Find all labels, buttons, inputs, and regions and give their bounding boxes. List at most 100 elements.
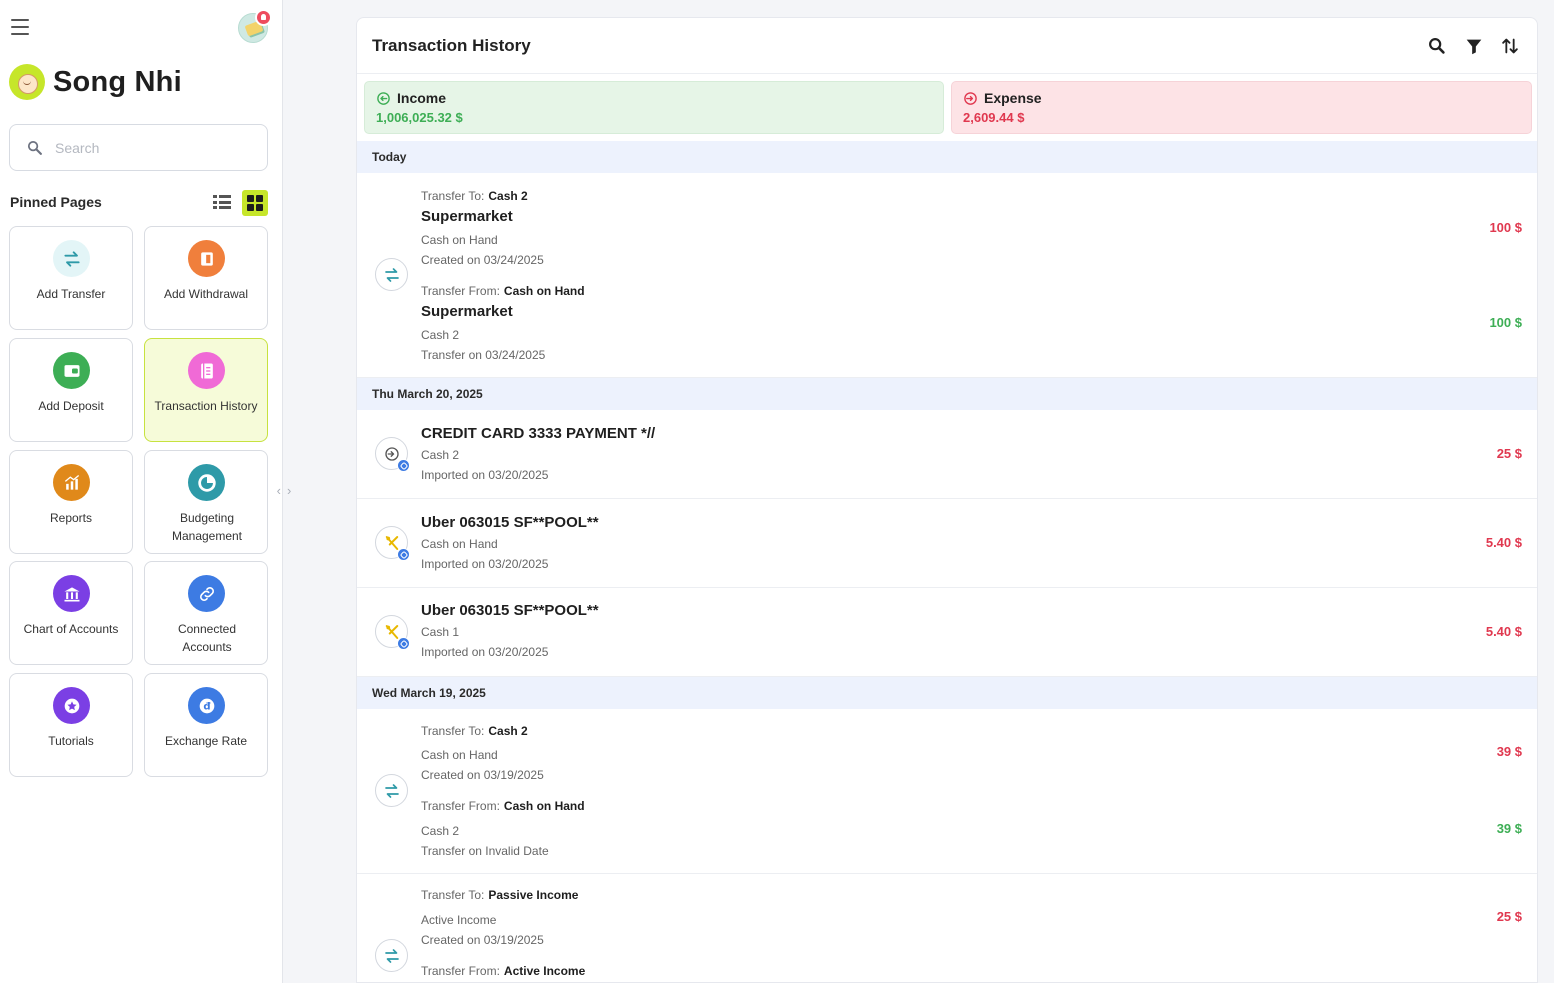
withdrawal-icon <box>188 240 225 277</box>
search-icon <box>27 140 42 155</box>
transfer-icon <box>375 774 408 807</box>
currency-dong-icon: đ <box>188 687 225 724</box>
pinned-exchange-rate[interactable]: đ Exchange Rate <box>144 673 268 777</box>
link-icon <box>397 637 410 650</box>
transfer-to: Transfer To: Cash 2 <box>421 189 528 203</box>
tile-label: Add Deposit <box>38 399 104 413</box>
pie-icon <box>188 464 225 501</box>
amount: 5.40 $ <box>1485 624 1522 639</box>
tile-label: Chart of Accounts <box>23 622 119 636</box>
pinned-chart-of-accounts[interactable]: Chart of Accounts <box>9 561 133 665</box>
account-name: Cash 1 <box>421 625 460 639</box>
transaction-name: CREDIT CARD 3333 PAYMENT *// <box>421 425 656 442</box>
account-name: Cash on Hand <box>421 233 498 247</box>
transaction-name: Uber 063015 SF**POOL** <box>421 514 599 531</box>
pinned-reports[interactable]: Reports <box>9 450 133 554</box>
income-summary: Income 1,006,025.32 $ <box>364 81 944 134</box>
chart-bars-icon <box>53 464 90 501</box>
ledger-icon <box>188 352 225 389</box>
transfer-icon <box>53 240 90 277</box>
search-icon[interactable] <box>1426 35 1448 57</box>
transaction-date: Imported on 03/20/2025 <box>421 468 549 482</box>
transfer-icon <box>375 939 408 972</box>
account-name: Cash on Hand <box>421 537 498 551</box>
tile-label: Add Withdrawal <box>163 287 249 301</box>
transfer-to: Transfer To: Passive Income <box>421 888 579 902</box>
transfer-from: Transfer From: Cash on Hand <box>421 284 585 298</box>
grid-view-icon[interactable] <box>242 190 268 216</box>
account-name: Cash 2 <box>421 328 460 342</box>
svg-text:đ: đ <box>203 701 211 712</box>
transaction-date: Transfer on 03/24/2025 <box>421 348 546 362</box>
food-icon <box>375 526 410 561</box>
sidebar: Song Nhi Pinned Pages Add Transfer Add W… <box>0 0 291 983</box>
transaction-date: Created on 03/19/2025 <box>421 933 544 947</box>
panel-header: Transaction History <box>357 18 1537 74</box>
amount: 39 $ <box>1496 821 1522 836</box>
user-name: Song Nhi <box>53 65 182 98</box>
transaction-date: Created on 03/19/2025 <box>421 768 544 782</box>
collapse-sidebar-handle[interactable]: ‹ › <box>270 479 298 501</box>
search-input[interactable] <box>55 139 245 156</box>
link-icon <box>397 548 410 561</box>
account-name: Cash on Hand <box>421 748 498 762</box>
account-name: Cash 2 <box>421 824 460 838</box>
tile-label: Budgeting Management <box>171 511 243 543</box>
transaction-row[interactable]: Transfer To: Cash 2 Supermarket Cash on H… <box>357 173 1537 378</box>
user-profile[interactable]: Song Nhi <box>9 64 182 100</box>
expense-icon <box>964 91 977 105</box>
pinned-add-withdrawal[interactable]: Add Withdrawal <box>144 226 268 330</box>
amount: 39 $ <box>1496 744 1522 759</box>
star-badge-icon <box>53 687 90 724</box>
transaction-row[interactable]: Uber 063015 SF**POOL** Cash 1 Imported o… <box>357 588 1537 677</box>
date-header: Wed March 19, 2025 <box>357 677 1537 709</box>
link-icon <box>188 575 225 612</box>
sort-icon[interactable] <box>1499 35 1521 57</box>
transfer-to: Transfer To: Cash 2 <box>421 724 528 738</box>
account-name: Active Income <box>421 913 497 927</box>
tile-label: Connected Accounts <box>177 622 237 654</box>
pinned-add-transfer[interactable]: Add Transfer <box>9 226 133 330</box>
transaction-row[interactable]: Transfer To: Cash 2 Cash on Hand Created … <box>357 709 1537 874</box>
chevron-right-icon: › <box>287 482 292 498</box>
amount: 25 $ <box>1496 446 1522 461</box>
transaction-row[interactable]: CREDIT CARD 3333 PAYMENT *// Cash 2 Impo… <box>357 410 1537 499</box>
link-icon <box>397 459 410 472</box>
bank-icon <box>53 575 90 612</box>
avatar <box>9 64 45 100</box>
amount: 100 $ <box>1489 220 1522 235</box>
menu-icon[interactable] <box>11 19 29 35</box>
expense-summary: Expense 2,609.44 $ <box>951 81 1532 134</box>
date-header: Thu March 20, 2025 <box>357 378 1537 410</box>
amount: 25 $ <box>1496 909 1522 924</box>
transfer-icon <box>375 258 408 291</box>
transfer-from: Transfer From: Cash on Hand <box>421 799 585 813</box>
search-box <box>9 124 268 171</box>
transaction-name: Uber 063015 SF**POOL** <box>421 602 599 619</box>
transaction-row[interactable]: Transfer To: Passive Income Active Income… <box>357 874 1537 982</box>
pinned-transaction-history[interactable]: Transaction History <box>144 338 268 442</box>
transaction-history-panel: Transaction History Income 1,006,025.32 … <box>356 17 1538 983</box>
notification-bell-icon[interactable] <box>255 9 272 26</box>
tile-label: Tutorials <box>48 734 94 748</box>
chevron-left-icon: ‹ <box>276 482 281 498</box>
filter-icon[interactable] <box>1463 35 1485 57</box>
transaction-row[interactable]: Uber 063015 SF**POOL** Cash on Hand Impo… <box>357 499 1537 588</box>
pinned-connected-accounts[interactable]: Connected Accounts <box>144 561 268 665</box>
pinned-tutorials[interactable]: Tutorials <box>9 673 133 777</box>
pinned-pages-title: Pinned Pages <box>10 194 102 210</box>
transaction-name: Supermarket <box>421 208 513 225</box>
transfer-from: Transfer From: Active Income <box>421 964 586 978</box>
pinned-budgeting-management[interactable]: Budgeting Management <box>144 450 268 554</box>
amount: 100 $ <box>1489 315 1522 330</box>
list-view-icon[interactable] <box>213 193 231 211</box>
pinned-add-deposit[interactable]: Add Deposit <box>9 338 133 442</box>
expense-value: 2,609.44 $ <box>963 110 1025 125</box>
transaction-name: Supermarket <box>421 303 513 320</box>
transaction-date: Imported on 03/20/2025 <box>421 557 549 571</box>
date-header: Today <box>357 141 1537 173</box>
income-value: 1,006,025.32 $ <box>376 110 463 125</box>
wallet-icon <box>53 352 90 389</box>
payment-icon <box>375 437 410 472</box>
transaction-date: Created on 03/24/2025 <box>421 253 544 267</box>
